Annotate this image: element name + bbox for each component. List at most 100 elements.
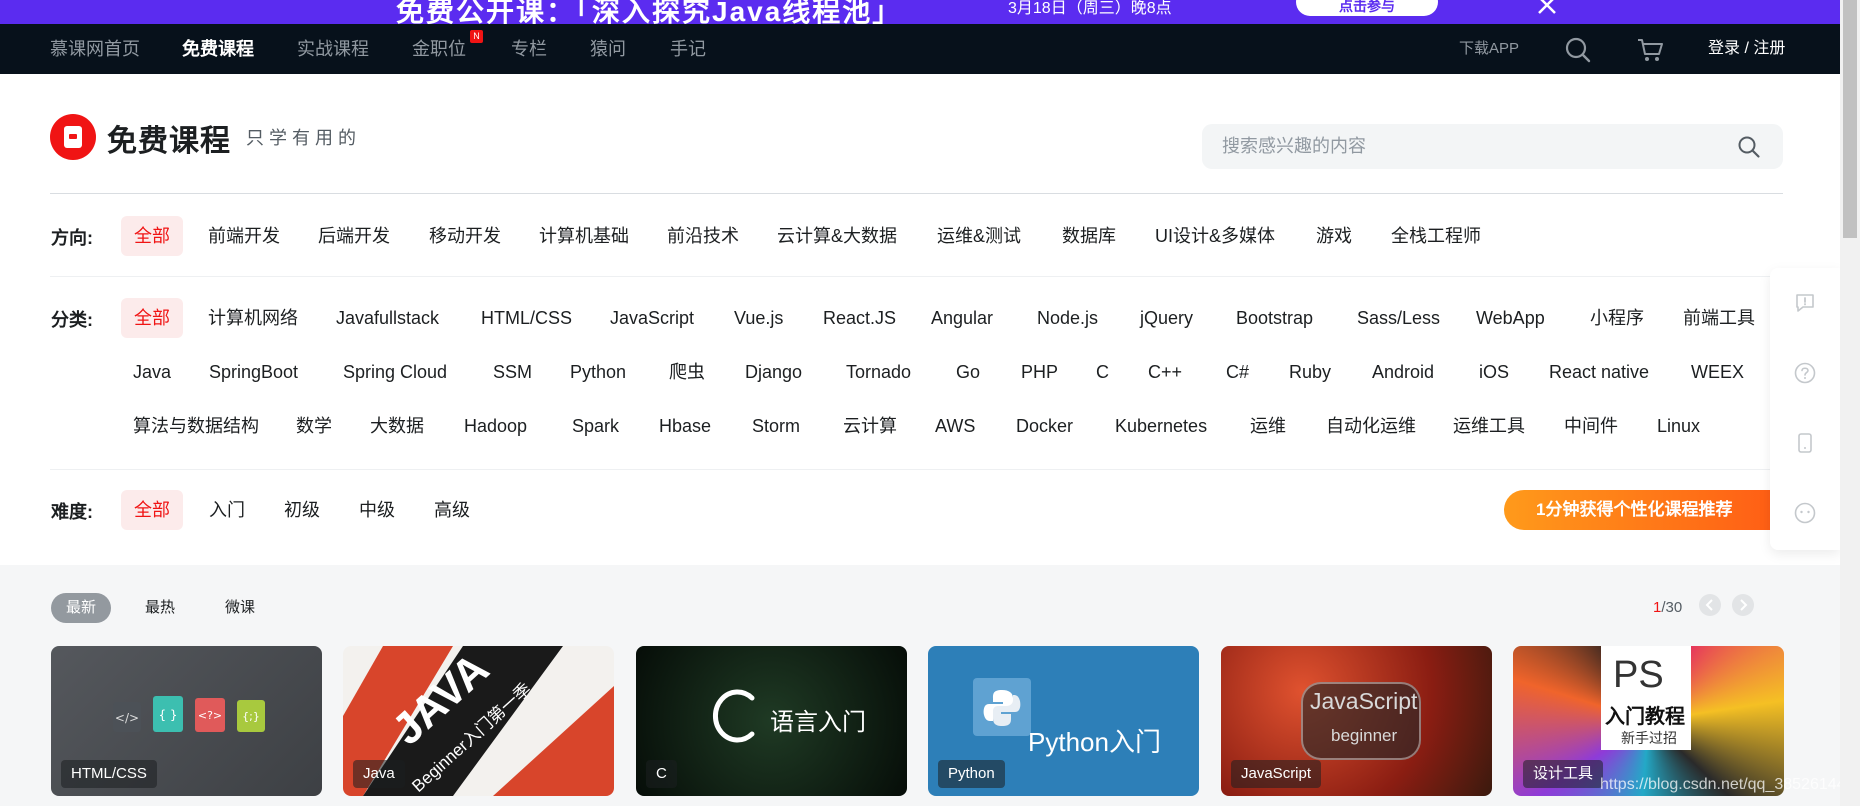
difficulty-item[interactable]: 初级 [284, 490, 320, 530]
direction-item[interactable]: 运维&测试 [937, 216, 1021, 256]
difficulty-item[interactable]: 中级 [359, 490, 395, 530]
help-icon[interactable] [1794, 362, 1816, 384]
direction-item[interactable]: 游戏 [1316, 216, 1352, 256]
category-item[interactable]: React native [1549, 352, 1649, 392]
category-item[interactable]: Sass/Less [1357, 298, 1440, 338]
category-item[interactable]: Spark [572, 406, 619, 446]
category-item[interactable]: Docker [1016, 406, 1073, 446]
category-item[interactable]: 算法与数据结构 [133, 406, 259, 446]
direction-item[interactable]: 数据库 [1062, 216, 1116, 256]
category-item[interactable]: 数学 [296, 406, 332, 446]
category-item[interactable]: C [1096, 352, 1109, 392]
next-page-button[interactable] [1732, 594, 1754, 616]
nav-notes[interactable]: 手记 [670, 24, 706, 74]
page-scrollbar[interactable] [1840, 0, 1860, 806]
category-item[interactable]: 小程序 [1590, 298, 1644, 338]
mobile-app-icon[interactable] [1794, 432, 1816, 454]
category-item[interactable]: HTML/CSS [481, 298, 572, 338]
category-item[interactable]: AWS [935, 406, 975, 446]
difficulty-all[interactable]: 全部 [121, 490, 183, 530]
category-item[interactable]: iOS [1479, 352, 1509, 392]
direction-item[interactable]: 计算机基础 [539, 216, 629, 256]
category-item[interactable]: Go [956, 352, 980, 392]
difficulty-item[interactable]: 高级 [434, 490, 470, 530]
direction-item[interactable]: 前端开发 [208, 216, 280, 256]
scrollbar-thumb[interactable] [1843, 0, 1857, 238]
category-item[interactable]: 爬虫 [669, 352, 705, 392]
category-item[interactable]: React.JS [823, 298, 896, 338]
prev-page-button[interactable] [1699, 594, 1721, 616]
category-item[interactable]: 运维工具 [1453, 406, 1525, 446]
promo-banner[interactable]: 免费公开课：「深入探究Java线程池」 3月18日（周三）晚8点 点击参与 [0, 0, 1840, 24]
tab-micro[interactable]: 微课 [225, 593, 255, 623]
category-item[interactable]: Android [1372, 352, 1434, 392]
category-item[interactable]: Javafullstack [336, 298, 439, 338]
direction-item[interactable]: 云计算&大数据 [777, 216, 897, 256]
difficulty-item[interactable]: 入门 [209, 490, 245, 530]
category-item[interactable]: JavaScript [610, 298, 694, 338]
category-item[interactable]: SSM [493, 352, 532, 392]
course-card[interactable]: JavaScript beginner JavaScript [1221, 646, 1492, 796]
download-app-link[interactable]: 下载APP [1459, 24, 1519, 74]
search-icon[interactable] [1737, 135, 1761, 159]
category-item[interactable]: jQuery [1140, 298, 1193, 338]
category-all[interactable]: 全部 [121, 298, 183, 338]
search-icon[interactable] [1564, 36, 1592, 64]
category-item[interactable]: SpringBoot [209, 352, 298, 392]
nav-jobs[interactable]: 金职位 [412, 24, 466, 74]
category-item[interactable]: 计算机网络 [208, 298, 298, 338]
category-item[interactable]: C++ [1148, 352, 1182, 392]
category-item[interactable]: Hadoop [464, 406, 527, 446]
chat-icon[interactable] [1794, 502, 1816, 524]
login-register-link[interactable]: 登录 / 注册 [1708, 24, 1785, 74]
nav-columns[interactable]: 专栏 [511, 24, 547, 74]
category-item[interactable]: Python [570, 352, 626, 392]
category-item[interactable]: Node.js [1037, 298, 1098, 338]
course-card[interactable]: </> { } <?> {;} HTML/CSS [51, 646, 322, 796]
direction-item[interactable]: 移动开发 [429, 216, 501, 256]
category-item[interactable]: Spring Cloud [343, 352, 447, 392]
cart-icon[interactable] [1636, 36, 1664, 64]
course-card[interactable]: PS 入门教程 新手过招 设计工具 [1513, 646, 1784, 796]
direction-item[interactable]: UI设计&多媒体 [1155, 216, 1275, 256]
nav-qa[interactable]: 猿问 [590, 24, 626, 74]
search-input[interactable] [1222, 124, 1702, 169]
category-item[interactable]: Hbase [659, 406, 711, 446]
category-item[interactable]: Tornado [846, 352, 911, 392]
tab-hottest[interactable]: 最热 [145, 593, 175, 623]
category-item[interactable]: WEEX [1691, 352, 1744, 392]
category-item[interactable]: 前端工具 [1683, 298, 1755, 338]
direction-item[interactable]: 前沿技术 [667, 216, 739, 256]
course-card[interactable]: JAVA Beginner入门第一季 Java [343, 646, 614, 796]
category-item[interactable]: Vue.js [734, 298, 783, 338]
category-item[interactable]: Java [133, 352, 171, 392]
category-item[interactable]: 云计算 [843, 406, 897, 446]
category-item[interactable]: Django [745, 352, 802, 392]
category-item[interactable]: 自动化运维 [1326, 406, 1416, 446]
category-item[interactable]: Bootstrap [1236, 298, 1313, 338]
nav-free-courses[interactable]: 免费课程 [182, 24, 254, 74]
nav-practical-courses[interactable]: 实战课程 [297, 24, 369, 74]
promo-join-button[interactable]: 点击参与 [1296, 0, 1438, 16]
direction-item[interactable]: 全栈工程师 [1391, 216, 1481, 256]
category-item[interactable]: Ruby [1289, 352, 1331, 392]
category-item[interactable]: C# [1226, 352, 1249, 392]
course-card[interactable]: 语言入门 C [636, 646, 907, 796]
feedback-icon[interactable] [1794, 292, 1816, 314]
personalized-recommend-button[interactable]: 1分钟获得个性化课程推荐 [1504, 490, 1770, 530]
direction-item[interactable]: 后端开发 [318, 216, 390, 256]
category-item[interactable]: Kubernetes [1115, 406, 1207, 446]
tab-newest[interactable]: 最新 [51, 593, 112, 623]
nav-home[interactable]: 慕课网首页 [50, 24, 140, 74]
category-item[interactable]: WebApp [1476, 298, 1545, 338]
category-item[interactable]: Storm [752, 406, 800, 446]
direction-all[interactable]: 全部 [121, 216, 183, 256]
close-icon[interactable] [1534, 0, 1560, 18]
category-item[interactable]: PHP [1021, 352, 1058, 392]
category-item[interactable]: 大数据 [370, 406, 424, 446]
category-item[interactable]: 运维 [1250, 406, 1286, 446]
category-item[interactable]: Angular [931, 298, 993, 338]
category-item[interactable]: Linux [1657, 406, 1700, 446]
category-item[interactable]: 中间件 [1564, 406, 1618, 446]
course-card[interactable]: Python入门 Python [928, 646, 1199, 796]
